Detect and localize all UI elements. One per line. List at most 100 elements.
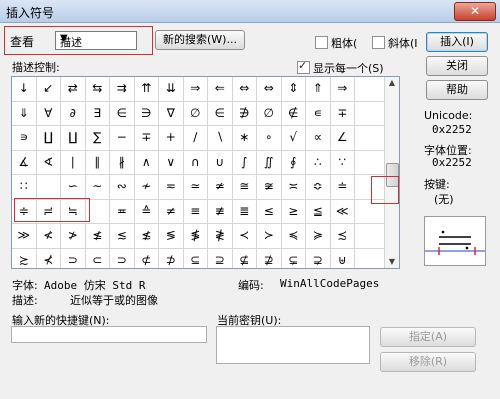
symbol-cell[interactable]: ∈ [110,101,135,125]
symbol-cell[interactable]: ∠ [331,126,355,150]
symbol-cell[interactable]: ≹ [208,224,233,248]
close-button[interactable]: 关闭 [426,56,488,76]
scroll-up-icon[interactable]: ▲ [385,77,399,89]
symbol-cell[interactable]: ∃ [86,101,110,125]
symbol-cell[interactable]: ≙ [135,199,159,223]
symbol-cell[interactable]: ∼ [86,175,110,199]
symbol-cell[interactable]: ≄ [208,175,233,199]
remove-button[interactable]: 移除(R) [380,352,476,372]
symbol-cell[interactable]: ≍ [282,175,306,199]
current-key-list[interactable] [216,326,370,364]
symbol-cell[interactable]: ⇆ [86,77,110,101]
symbol-cell[interactable]: ∅ [184,101,208,125]
symbol-cell[interactable]: ∴ [306,150,331,174]
symbol-cell[interactable]: ⇓ [12,101,37,125]
symbol-cell[interactable]: ⇒ [184,77,208,101]
symbol-cell[interactable]: ∢ [37,150,61,174]
symbol-cell[interactable]: ↓ [12,77,37,101]
symbol-cell[interactable]: ≆ [257,175,282,199]
help-button[interactable]: 帮助 [426,80,488,100]
symbol-cell[interactable]: ⇑ [306,77,331,101]
symbol-cell[interactable]: ≿ [12,248,37,268]
symbol-cell[interactable]: ≺ [233,224,257,248]
symbol-cell[interactable]: ↙ [37,77,61,101]
symbol-cell[interactable] [37,175,61,199]
symbol-cell[interactable]: ≢ [208,199,233,223]
symbol-cell[interactable]: ∀ [37,101,61,125]
symbol-cell[interactable]: ⇈ [135,77,159,101]
symbol-cell[interactable]: ∫ [233,150,257,174]
symbol-cell[interactable]: ≽ [306,224,331,248]
symbol-cell[interactable]: ≪ [331,199,355,223]
symbol-cell[interactable]: ⇔ [257,77,282,101]
view-select[interactable]: 描述 ▼ [55,31,137,50]
symbol-cell[interactable]: ∵ [331,150,355,174]
symbol-cell[interactable]: ∮ [282,150,306,174]
symbol-cell[interactable]: ⊇ [208,248,233,268]
symbol-cell[interactable]: ∂ [61,101,86,125]
symbol-cell[interactable]: ∣ [61,150,86,174]
symbol-cell[interactable]: ⊋ [306,248,331,268]
symbol-cell[interactable]: ∋ [135,101,159,125]
symbol-cell[interactable]: ⊈ [233,248,257,268]
symbol-cell[interactable]: ≯ [61,224,86,248]
new-shortcut-input[interactable] [11,326,207,343]
symbol-cell[interactable]: ∅ [257,101,282,125]
symbol-cell[interactable]: ∬ [257,150,282,174]
symbol-cell[interactable]: ≾ [331,224,355,248]
symbol-cell[interactable]: ∡ [12,150,37,174]
window-close-button[interactable]: ✕ [454,2,496,21]
symbol-cell[interactable]: ⊃ [110,248,135,268]
symbol-cell[interactable]: ⊎ [331,248,355,268]
symbol-grid[interactable]: ↓ ↙ ⇄ ⇆ ⇉ ⇈ ⇊ ⇒ ⇐ ⇔ ⇔ ⇕ ⇑ ⇒ ⇓ ∀ ∂ ∃ ∈ ∋ ∇ ∅ ∈ ∌ ∅ ∉ ∊ ∓ ∍ ∐ ∐ ∑ − ∓ + ∕ ∖ ∗ ∘ √… [11,76,400,269]
symbol-cell[interactable]: ⇊ [159,77,184,101]
symbol-cell[interactable]: ≤ [257,199,282,223]
new-search-button[interactable]: 新的搜索(W)... [155,30,245,50]
symbol-cell[interactable]: ∗ [233,126,257,150]
show-each-checkbox[interactable] [297,59,310,74]
symbol-cell[interactable]: ≖ [110,199,135,223]
symbol-cell[interactable]: ∥ [86,150,110,174]
symbol-cell[interactable]: ∊ [306,101,331,125]
symbol-cell[interactable]: ⇉ [110,77,135,101]
symbol-cell[interactable]: ≣ [233,199,257,223]
symbol-cell[interactable]: ⊃ [61,248,86,268]
symbol-cell[interactable]: ∌ [233,101,257,125]
grid-scrollbar[interactable]: ▲ ▼ [384,77,399,268]
symbol-cell[interactable]: ≼ [282,224,306,248]
symbol-cell[interactable]: ∷ [12,175,37,199]
symbol-cell[interactable]: ⇔ [233,77,257,101]
symbol-cell[interactable]: ≡ [184,199,208,223]
symbol-cell[interactable]: ⊄ [135,248,159,268]
symbol-cell[interactable]: ⇐ [208,77,233,101]
symbol-cell[interactable]: ≐ [331,175,355,199]
symbol-cell[interactable]: ∖ [208,126,233,150]
symbol-cell[interactable]: ∍ [12,126,37,150]
symbol-cell[interactable]: ≁ [135,175,159,199]
symbol-cell[interactable]: ∘ [257,126,282,150]
symbol-cell[interactable]: ∇ [159,101,184,125]
symbol-cell[interactable]: ∾ [110,175,135,199]
symbol-cell[interactable]: ≎ [306,175,331,199]
symbol-cell[interactable]: ⊆ [184,248,208,268]
symbol-cell[interactable]: ≦ [306,199,331,223]
symbol-cell[interactable]: ⊀ [37,248,61,268]
assign-button[interactable]: 指定(A) [380,327,476,347]
symbol-cell[interactable]: ∕ [184,126,208,150]
symbol-cell[interactable]: ∝ [306,126,331,150]
insert-button[interactable]: 插入(I) [426,32,488,52]
symbol-cell[interactable]: √ [282,126,306,150]
symbol-cell[interactable]: ≥ [282,199,306,223]
symbol-cell[interactable]: ≅ [233,175,257,199]
symbol-cell[interactable]: ∐ [61,126,86,150]
symbol-cell[interactable]: ⇕ [282,77,306,101]
symbol-cell[interactable]: ∑ [86,126,110,150]
symbol-cell[interactable]: + [159,126,184,150]
symbol-cell[interactable]: ∦ [110,150,135,174]
symbol-cell[interactable]: ∉ [282,101,306,125]
symbol-cell[interactable]: ∓ [331,101,355,125]
symbol-cell[interactable]: ≫ [12,224,37,248]
symbol-cell[interactable]: ≃ [184,175,208,199]
symbol-cell[interactable]: ⇄ [61,77,86,101]
symbol-cell[interactable]: ∽ [61,175,86,199]
